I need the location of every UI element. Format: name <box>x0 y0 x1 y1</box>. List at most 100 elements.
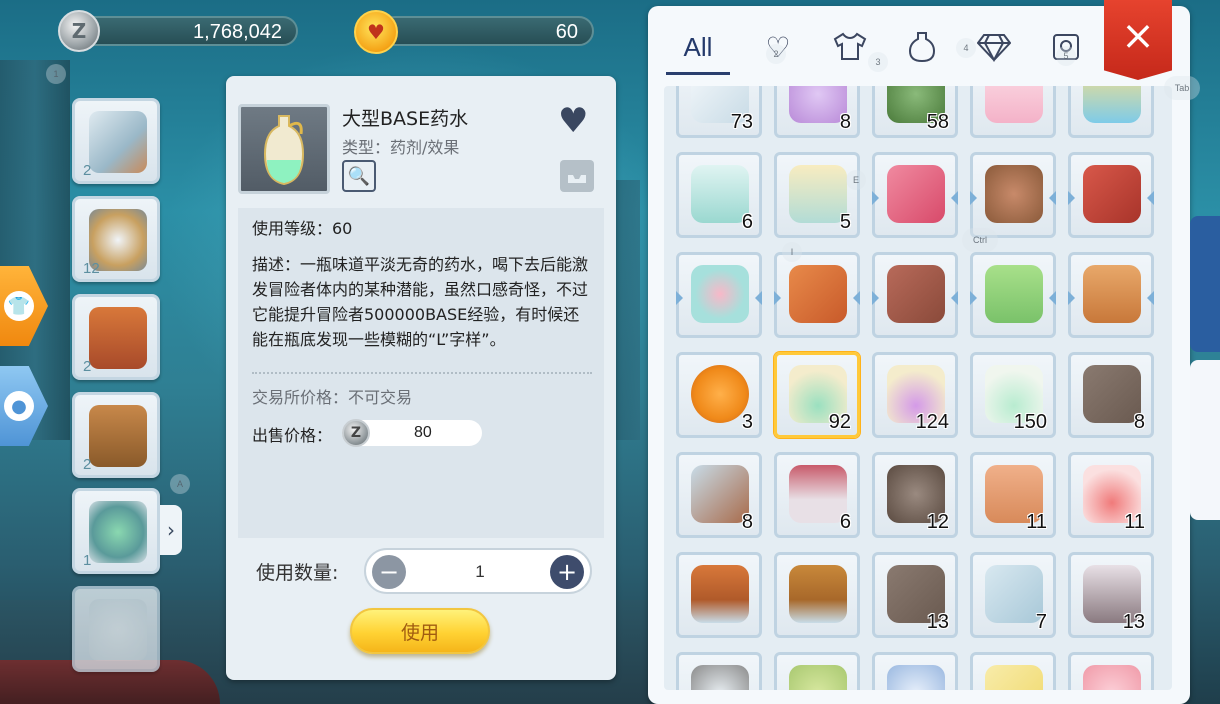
tray-icon[interactable] <box>560 160 594 192</box>
inventory-slot[interactable] <box>1068 652 1154 690</box>
expand-arrow-icon[interactable]: › <box>160 505 182 555</box>
equip-slot-3[interactable]: 2 <box>72 294 160 380</box>
inventory-slot[interactable] <box>774 652 860 690</box>
maple-coin-icon <box>691 365 749 423</box>
hint-key-5: 5 <box>1056 46 1076 66</box>
empty-accessory-icon <box>89 599 147 661</box>
inventory-slot[interactable]: 58 <box>872 86 958 138</box>
equip-slot-1[interactable]: 2 <box>72 98 160 184</box>
item-count: 8 <box>839 111 851 133</box>
favorite-heart-icon[interactable]: ♥ <box>558 104 588 138</box>
inventory-slot[interactable] <box>676 552 762 638</box>
item-count: 3 <box>741 411 753 433</box>
zeny-value: 1,768,042 <box>193 21 282 43</box>
inventory-slot[interactable]: 124 <box>872 352 958 438</box>
inventory-slot[interactable]: 73 <box>676 86 762 138</box>
inventory-slot[interactable]: 13 <box>1068 552 1154 638</box>
inventory-slot[interactable]: 11 <box>1068 452 1154 538</box>
item-info-box: 使用等级：60 描述：一瓶味道平淡无奇的药水，喝下去后能激发冒险者体内的某种潜能… <box>238 208 604 538</box>
tab-underline <box>666 72 730 75</box>
close-button[interactable]: × <box>1104 0 1172 80</box>
equip-slot-6[interactable] <box>72 586 160 672</box>
equip-count: 12 <box>83 260 100 277</box>
item-count: 150 <box>1013 411 1047 433</box>
inventory-slot[interactable]: 150 <box>970 352 1056 438</box>
inventory-slot[interactable]: 3 <box>676 352 762 438</box>
item-count: 13 <box>926 611 949 633</box>
character-icon: ● <box>4 391 34 421</box>
potion-outline-icon[interactable] <box>892 22 952 72</box>
quantity-stepper: − 1 + <box>364 548 592 594</box>
inventory-slot[interactable] <box>1068 152 1154 238</box>
inventory-slot[interactable] <box>970 86 1056 138</box>
inventory-slot[interactable]: 6 <box>676 152 762 238</box>
tab-all[interactable]: All <box>668 22 728 72</box>
item-count: 11 <box>1026 511 1047 533</box>
item-count: 13 <box>1122 611 1145 633</box>
journal-icon <box>887 265 945 323</box>
inventory-slot[interactable] <box>872 152 958 238</box>
inventory-slot[interactable] <box>872 652 958 690</box>
blue-gift-box-icon <box>1083 86 1141 123</box>
item-count: 6 <box>839 511 851 533</box>
inventory-slot[interactable]: 12 <box>872 452 958 538</box>
equip-count: 2 <box>83 456 92 473</box>
inventory-slot[interactable] <box>774 552 860 638</box>
equip-slot-4[interactable]: 2 <box>72 392 160 478</box>
sell-price-value: 80 <box>414 424 432 441</box>
use-level: 使用等级：60 <box>252 219 353 238</box>
pink-orb-icon <box>1083 665 1141 690</box>
inventory-slot[interactable] <box>970 152 1056 238</box>
item-count: 8 <box>1133 411 1145 433</box>
use-button[interactable]: 使用 <box>350 608 490 654</box>
trade-price: 交易所价格：不可交易 <box>252 384 412 408</box>
equip-slot-2[interactable]: 12 <box>72 196 160 282</box>
inventory-slot[interactable] <box>676 252 762 338</box>
item-count: 92 <box>828 411 851 433</box>
salad-icon <box>789 665 847 690</box>
inventory-slot[interactable] <box>970 652 1056 690</box>
inventory-slot[interactable] <box>774 252 860 338</box>
inventory-grid: 73 8 58 6 5 3 92 124 150 8 8 6 12 11 11 … <box>664 86 1172 690</box>
red-book-icon <box>1083 165 1141 223</box>
equip-slot-5[interactable]: 1 <box>72 488 160 574</box>
inventory-slot[interactable]: 5 <box>774 152 860 238</box>
inventory-slot[interactable] <box>676 652 762 690</box>
veggie-tray-icon <box>691 565 749 623</box>
item-image <box>238 104 330 194</box>
hint-key-i: I <box>782 242 802 262</box>
meat-plate-icon <box>691 465 749 523</box>
item-count: 11 <box>1124 511 1145 533</box>
inventory-slot[interactable]: 6 <box>774 452 860 538</box>
inventory-slot[interactable] <box>1068 252 1154 338</box>
item-count: 7 <box>1035 611 1047 633</box>
inventory-slot[interactable]: 8 <box>774 86 860 138</box>
item-type-value: 药剂/效果 <box>390 138 460 157</box>
trade-price-label: 交易所价格： <box>252 388 349 407</box>
cat-coin-icon: ♥ <box>354 10 398 54</box>
gift-box-eye-icon <box>691 165 749 223</box>
hint-key-ctrl: Ctrl <box>962 228 998 252</box>
inventory-slot[interactable]: 8 <box>676 452 762 538</box>
equip-count: 1 <box>83 552 92 569</box>
backpack-icon <box>1083 265 1141 323</box>
skewer-plate-icon <box>985 565 1043 623</box>
inventory-slot[interactable] <box>1068 86 1154 138</box>
inventory-slot[interactable]: 13 <box>872 552 958 638</box>
inventory-slot[interactable] <box>970 252 1056 338</box>
inspect-button[interactable]: 🔍 <box>342 160 376 192</box>
inventory-slot[interactable]: 11 <box>970 452 1056 538</box>
inventory-slot[interactable] <box>872 252 958 338</box>
inventory-slot[interactable]: 7 <box>970 552 1056 638</box>
mushroom-tray-icon <box>789 565 847 623</box>
hint-key-4: 4 <box>956 38 976 58</box>
plus-button[interactable]: + <box>550 555 584 589</box>
cat-currency-value: 60 <box>555 21 578 43</box>
pink-gift-box-icon <box>985 86 1043 123</box>
inventory-slot[interactable]: 8 <box>1068 352 1154 438</box>
trade-price-value: 不可交易 <box>348 388 413 407</box>
inventory-slot-selected[interactable]: 92 <box>774 352 860 438</box>
item-count: 6 <box>741 211 753 233</box>
hint-key-tab: Tab <box>1164 76 1200 100</box>
right-edge-panel-2 <box>1190 360 1220 520</box>
